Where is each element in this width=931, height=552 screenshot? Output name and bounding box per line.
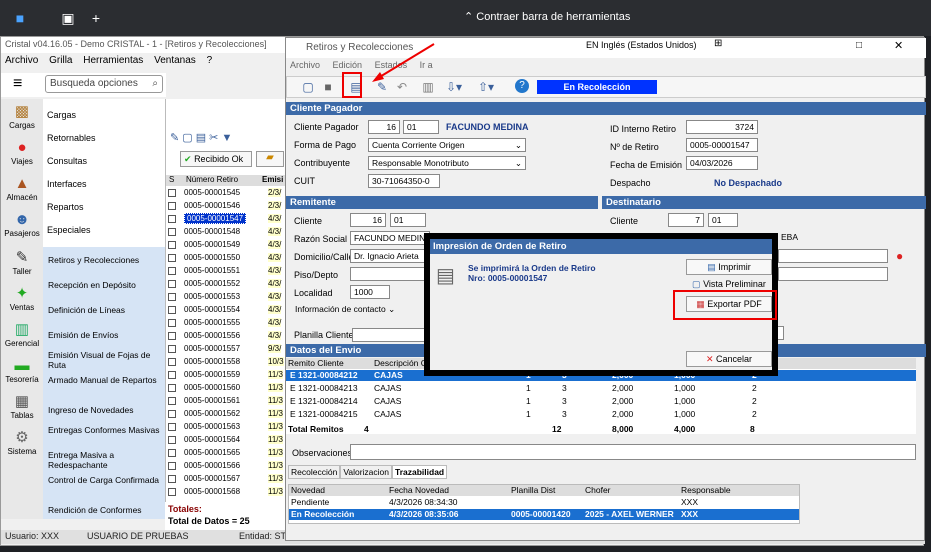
dialog-title: Impresión de Orden de Retiro	[430, 239, 772, 254]
printer-icon: ▤	[436, 265, 455, 287]
printer-icon: ▤	[707, 262, 716, 272]
cancelar-button[interactable]: ✕ Cancelar	[686, 351, 772, 367]
arrow-head	[372, 72, 384, 82]
dialog-msg1: Se imprimirá la Orden de Retiro	[468, 263, 596, 273]
arrow-to-print	[377, 43, 435, 79]
preview-icon: ▢	[692, 279, 701, 289]
imprimir-label: Imprimir	[718, 262, 751, 272]
dialog-message: Se imprimirá la Orden de Retiro Nro: 000…	[468, 263, 596, 283]
dialog-body: Impresión de Orden de Retiro ▤ Se imprim…	[430, 239, 777, 370]
export-highlight	[673, 290, 777, 320]
imprimir-button[interactable]: ▤ Imprimir	[686, 259, 772, 275]
cancelar-label: Cancelar	[716, 354, 753, 364]
print-dialog: Impresión de Orden de Retiro ▤ Se imprim…	[424, 233, 778, 376]
vista-label: Vista Preliminar	[703, 279, 766, 289]
dialog-msg2: Nro: 0005-00001547	[468, 273, 548, 283]
close-icon: ✕	[705, 354, 714, 364]
